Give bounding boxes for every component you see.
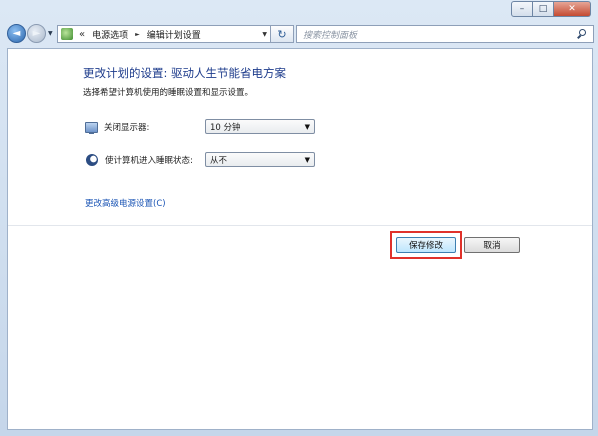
save-changes-button[interactable]: 保存修改 [396, 237, 456, 253]
breadcrumb-edit-plan-settings[interactable]: 编辑计划设置 [147, 28, 201, 41]
address-dropdown-icon[interactable]: ▼ [262, 31, 267, 38]
navigation-bar: ◄ ► ▼ « 电源选项 ► 编辑计划设置 ▼ ↻ 搜索控制面板 [0, 20, 598, 48]
search-icon[interactable] [577, 29, 587, 39]
breadcrumb-power-options[interactable]: 电源选项 [92, 28, 128, 41]
turn-off-display-value: 10 分钟 [210, 122, 241, 133]
sleep-label: 使计算机进入睡眠状态: [85, 154, 193, 166]
search-input[interactable]: 搜索控制面板 [296, 25, 594, 43]
divider [8, 225, 592, 226]
monitor-icon [85, 121, 98, 134]
close-icon[interactable]: ✕ [554, 1, 591, 17]
sleep-select[interactable]: 从不 ▼ [205, 152, 315, 167]
window-controls: – □ ✕ [511, 1, 591, 17]
address-bar[interactable]: « 电源选项 ► 编辑计划设置 ▼ [57, 25, 271, 43]
chevron-down-icon: ▼ [304, 122, 310, 131]
cancel-button[interactable]: 取消 [464, 237, 520, 253]
chevron-down-icon: ▼ [304, 155, 310, 164]
refresh-icon[interactable]: ↻ [270, 25, 294, 43]
content-pane: 更改计划的设置: 驱动人生节能省电方案 选择希望计算机使用的睡眠设置和显示设置。… [7, 48, 593, 430]
advanced-power-settings-link[interactable]: 更改高级电源设置(C) [85, 197, 166, 209]
forward-arrow-icon[interactable]: ► [27, 24, 46, 43]
turn-off-display-text: 关闭显示器: [104, 123, 150, 133]
back-arrow-icon[interactable]: ◄ [7, 24, 26, 43]
overflow-chevron-icon[interactable]: « [79, 29, 85, 40]
sleep-value: 从不 [210, 155, 228, 166]
recent-pages-dropdown-icon[interactable]: ▼ [48, 30, 53, 37]
sleep-text: 使计算机进入睡眠状态: [105, 156, 193, 166]
page-subtitle: 选择希望计算机使用的睡眠设置和显示设置。 [83, 88, 254, 98]
explorer-window: – □ ✕ ◄ ► ▼ « 电源选项 ► 编辑计划设置 ▼ ↻ 搜索控制面板 更… [0, 0, 598, 436]
turn-off-display-select[interactable]: 10 分钟 ▼ [205, 119, 315, 134]
minimize-icon[interactable]: – [511, 1, 533, 17]
maximize-icon[interactable]: □ [533, 1, 554, 17]
turn-off-display-label: 关闭显示器: [85, 121, 150, 134]
page-title: 更改计划的设置: 驱动人生节能省电方案 [83, 66, 287, 80]
breadcrumb-separator-icon[interactable]: ► [135, 31, 140, 38]
control-panel-icon [61, 28, 73, 40]
moon-icon [86, 154, 98, 166]
search-placeholder: 搜索控制面板 [303, 30, 358, 41]
